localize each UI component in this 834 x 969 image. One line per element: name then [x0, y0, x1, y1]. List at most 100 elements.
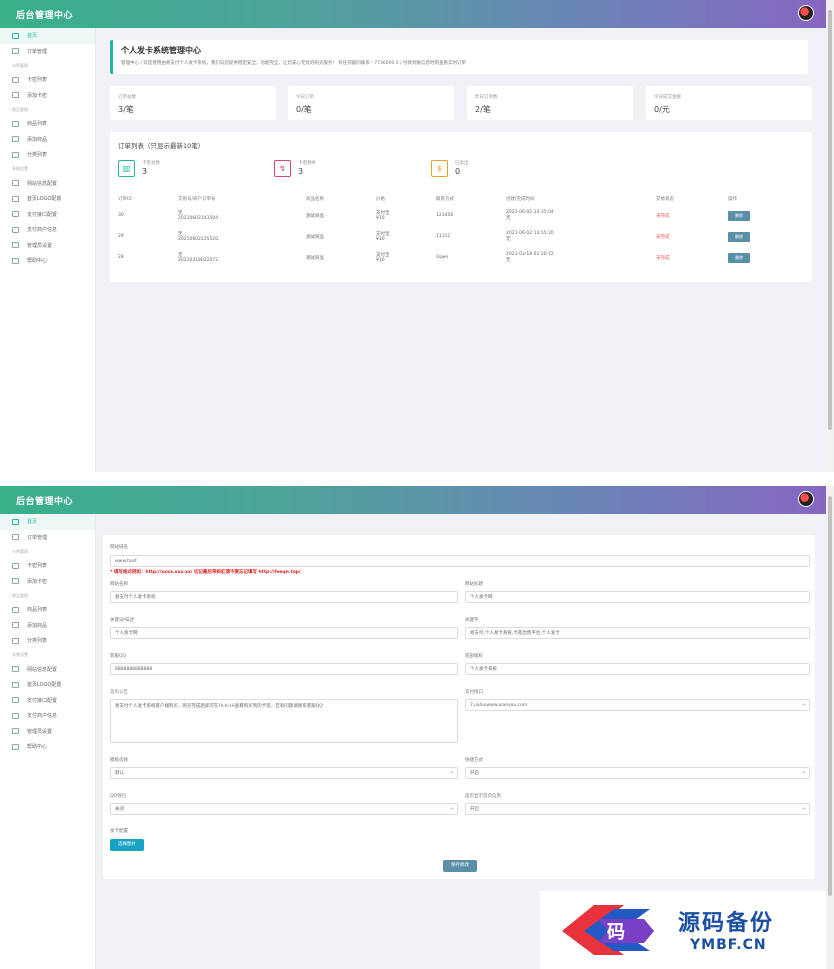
watermark: 码 源码备份 YMBF.CN [540, 891, 826, 969]
sidebar-item[interactable]: 管理员设置 [0, 238, 95, 254]
mini-stat-label: 卡密总数 [142, 161, 160, 166]
bar-chart-icon: ▥ [118, 160, 135, 177]
sidebar-item[interactable]: 支付商户信息 [0, 708, 95, 724]
table-row: 28 无 20210318022072 测试商品 支付宝 ¥10 2qwe 2021-03-1… [118, 247, 778, 268]
order-id: 29 [118, 234, 124, 239]
table-cell: 未完成 [656, 247, 728, 268]
sidebar-item-label: 添加卡密 [27, 578, 48, 585]
qq-label: 客服QQ [110, 654, 127, 659]
scrollbar[interactable] [826, 486, 834, 969]
site-name-input[interactable]: 易支付个人发卡系统 [110, 591, 458, 603]
menu-icon [12, 681, 19, 688]
keywords2-input[interactable]: 易支付,个人发卡系统,卡密出售平台,个人发卡 [465, 627, 810, 639]
gateway-select[interactable]: 7.jiahuiwww.xiaoyou.com [465, 699, 810, 711]
keywords-input[interactable]: 个人发卡网 [110, 627, 458, 639]
sidebar-item-label: 首页 [27, 33, 38, 40]
table-cell: 29 [118, 226, 178, 247]
sidebar-item[interactable]: 支付接口配置 [0, 207, 95, 223]
template-select[interactable]: 默认 [110, 767, 458, 779]
sidebar-item[interactable]: 网站信息配置 [0, 176, 95, 192]
stat-total-orders: 订单总数 3/笔 [110, 86, 276, 120]
sidebar-item-label: 首页LOGO配置 [27, 196, 62, 203]
sidebar-item[interactable]: 添加卡密 [0, 88, 95, 104]
delete-button[interactable]: 删除 [728, 252, 750, 263]
qq-input[interactable]: 8888888888888 [110, 663, 458, 675]
site-url-label: 网站域名 [110, 545, 128, 550]
sidebar-item-label: 支付商户信息 [27, 227, 58, 234]
shortcut-select[interactable]: 开启 [465, 767, 810, 779]
settings-screenshot: 后台管理中心 首页 订单管理 卡密管理 卡密列表 添加卡密 商品管理 商品列表 添加商品 分类列… [0, 486, 834, 969]
notice-panel: 个人发卡系统管理中心 管理中心 / 欢迎使用由易支付个人发卡系统，我们向您提供稳… [110, 40, 808, 74]
wallet-icon: ↯ [274, 160, 291, 177]
table-cell: 删除 [728, 205, 778, 226]
stat-value: 0/元 [654, 105, 670, 114]
main-content: 个人发卡系统管理中心 管理中心 / 欢迎使用由易支付个人发卡系统，我们向您提供稳… [96, 28, 826, 472]
sidebar-item[interactable]: 支付商户信息 [0, 222, 95, 238]
save-button[interactable]: 保存修改 [443, 860, 477, 872]
sidebar-group-label: 系统设置 [12, 166, 28, 171]
keywords2-label: 关键字 [465, 618, 479, 623]
table-cell: 支付宝 ¥10 [376, 205, 436, 226]
finish-time: 无 [506, 237, 511, 242]
mini-stat-card-total: ▥ 卡密总数 3 [118, 158, 268, 180]
shortcut-label: 快捷方式 [465, 758, 483, 763]
sidebar-item-label: 订单管理 [27, 48, 48, 55]
sidebar-item[interactable]: 首页 [0, 28, 95, 44]
footer-input[interactable]: 个人发卡系统 [465, 663, 810, 675]
delete-button[interactable]: 删除 [728, 231, 750, 242]
menu-icon [12, 211, 19, 218]
scrollbar[interactable] [826, 0, 834, 472]
site-title-input[interactable]: 个人发卡网 [465, 591, 810, 603]
sidebar-item[interactable]: 添加商品 [0, 618, 95, 634]
home-info-select[interactable]: 开启 [465, 803, 810, 815]
menu-icon [12, 697, 19, 704]
upload-image-button[interactable]: 选择图片 [110, 839, 144, 851]
sidebar-item[interactable]: 订单管理 [0, 44, 95, 60]
sidebar-item[interactable]: 商品列表 [0, 602, 95, 618]
menu-icon [12, 622, 19, 629]
sidebar-item[interactable]: 首页LOGO配置 [0, 191, 95, 207]
sidebar-item[interactable]: 分类列表 [0, 147, 95, 163]
sidebar-item[interactable]: 卡密列表 [0, 558, 95, 574]
dashboard-screenshot: 后台管理中心 首页 订单管理 卡密管理 卡密列表 添加卡密 商品管理 商品列表 添加商品 分类列… [0, 0, 834, 472]
sidebar-item[interactable]: 卡密列表 [0, 72, 95, 88]
sidebar-item[interactable]: 首页LOGO配置 [0, 677, 95, 693]
menu-icon [12, 242, 19, 249]
sidebar-item[interactable]: 网站信息配置 [0, 662, 95, 678]
sidebar-item[interactable]: 商品列表 [0, 116, 95, 132]
order-id: 28 [118, 255, 124, 260]
avatar[interactable] [798, 5, 814, 21]
sidebar-item-label: 管理员设置 [27, 242, 53, 249]
sidebar-item[interactable]: 分类列表 [0, 633, 95, 649]
table-cell: 测试商品 [306, 226, 376, 247]
sidebar-item[interactable]: 帮助中心 [0, 253, 95, 269]
menu-icon [12, 518, 19, 525]
finish-time: 无 [506, 258, 511, 263]
mini-stat-card-remaining: ↯ 卡密剩余 3 [274, 158, 424, 180]
site-url-input[interactable]: www.host [110, 555, 810, 567]
stat-today-amount: 今日成交金额 0/元 [646, 86, 812, 120]
sidebar-item-label: 订单管理 [27, 534, 48, 541]
menu-icon [12, 562, 19, 569]
delete-button[interactable]: 删除 [728, 210, 750, 221]
sidebar-item[interactable]: 帮助中心 [0, 739, 95, 755]
sidebar-item[interactable]: 首页 [0, 514, 95, 530]
sidebar-item[interactable]: 添加商品 [0, 132, 95, 148]
avatar[interactable] [798, 491, 814, 507]
qqpay-select[interactable]: 关闭 [110, 803, 458, 815]
menu-icon [12, 728, 19, 735]
table-cell: 未完成 [656, 205, 728, 226]
menu-icon [12, 92, 19, 99]
sidebar-item[interactable]: 订单管理 [0, 530, 95, 546]
notice-textarea[interactable]: 易支付个人发卡系统客户端购买，购买完成后即可在Hi·hi·Hi查看购买到的卡密，… [110, 699, 458, 743]
table-cell: 测试商品 [306, 205, 376, 226]
sidebar-item[interactable]: 支付接口配置 [0, 693, 95, 709]
top-bar: 后台管理中心 [0, 486, 826, 514]
sidebar-item[interactable]: 添加卡密 [0, 574, 95, 590]
mini-stat-label: 已卖出 [455, 161, 469, 166]
merchant-order-no: 20210318022072 [178, 258, 219, 263]
stat-label: 昨日订单数 [475, 95, 498, 100]
sidebar-item[interactable]: 管理员设置 [0, 724, 95, 740]
contact: 123456 [436, 213, 454, 218]
sidebar-group-label: 商品管理 [12, 106, 28, 112]
